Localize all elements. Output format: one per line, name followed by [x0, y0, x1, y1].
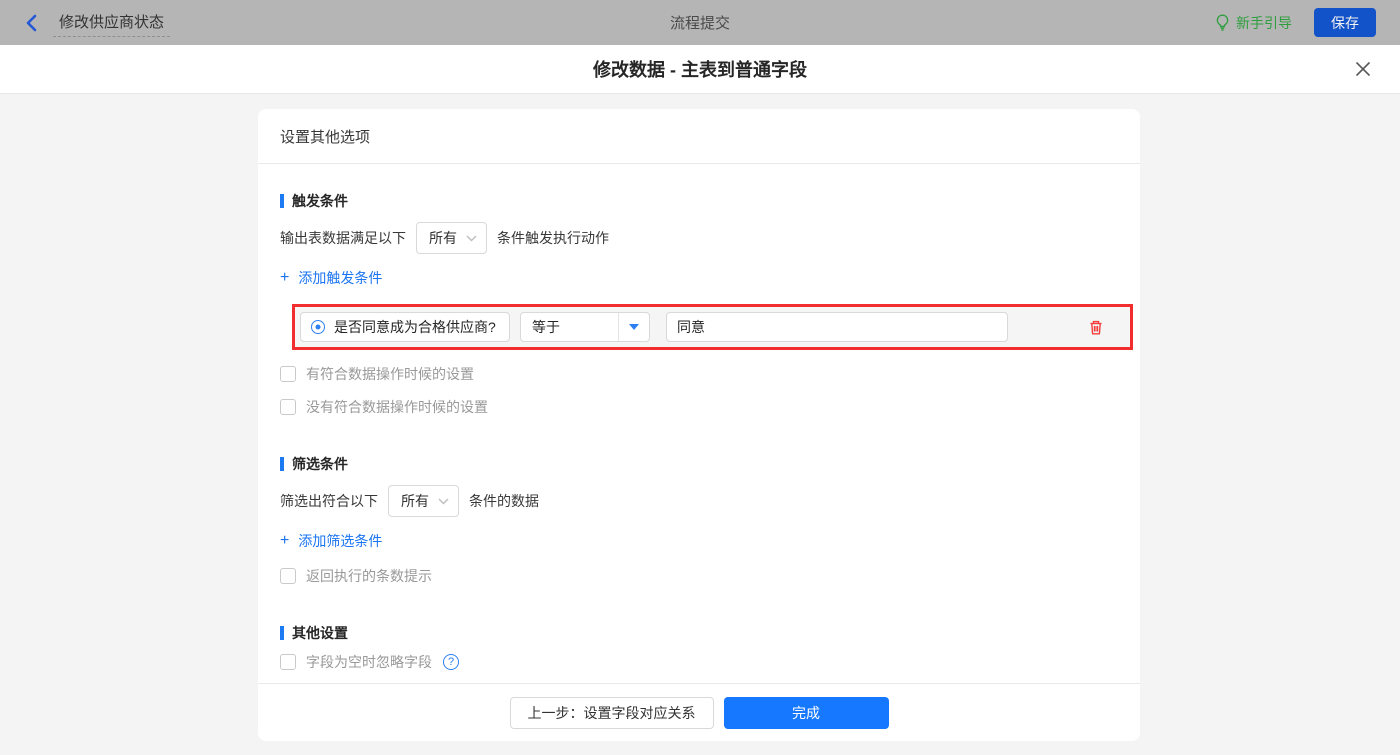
filter-match-mode-select[interactable]: 所有 [388, 485, 459, 517]
condition-field-label: 是否同意成为合格供应商? [334, 319, 496, 335]
beginner-guide-link[interactable]: 新手引导 [1215, 13, 1292, 33]
condition-operator-value: 等于 [532, 319, 560, 335]
add-trigger-condition-label: 添加触发条件 [298, 270, 383, 286]
modal-title: 修改数据 - 主表到普通字段 [593, 60, 807, 80]
checkbox-row-ignore-empty-field[interactable]: 字段为空时忽略字段 ? [280, 652, 459, 672]
trigger-match-mode-value: 所有 [429, 230, 457, 246]
trigger-section-heading: 触发条件 [280, 191, 1118, 211]
other-section-heading: 其他设置 [280, 623, 1118, 643]
beginner-guide-label: 新手引导 [1236, 14, 1292, 31]
trigger-sentence-prefix: 输出表数据满足以下 [280, 230, 406, 246]
condition-operator-select[interactable]: 等于 [520, 312, 650, 342]
save-button[interactable]: 保存 [1314, 8, 1376, 37]
trigger-condition-row-highlighted: 是否同意成为合格供应商? 等于 同意 [292, 304, 1133, 350]
previous-step-button[interactable]: 上一步：设置字段对应关系 [509, 696, 714, 729]
filter-sentence-row: 筛选出符合以下 所有 条件的数据 [280, 485, 1118, 517]
no-match-settings-label: 没有符合数据操作时候的设置 [306, 399, 488, 415]
radio-field-type-icon [311, 320, 325, 334]
triangle-down-icon [629, 324, 639, 330]
condition-field-select[interactable]: 是否同意成为合格供应商? [300, 312, 510, 342]
section-accent-bar [280, 194, 284, 208]
filter-sentence-suffix: 条件的数据 [469, 493, 539, 509]
chevron-down-icon [438, 497, 449, 505]
checkbox-icon[interactable] [280, 654, 296, 670]
add-filter-condition-label: 添加筛选条件 [298, 533, 383, 549]
flow-name-title[interactable]: 修改供应商状态 [53, 9, 171, 37]
condition-value-input[interactable]: 同意 [666, 312, 1008, 342]
help-question-icon[interactable]: ? [443, 654, 459, 670]
checkbox-icon[interactable] [280, 568, 296, 584]
operator-dropdown-zone[interactable] [618, 313, 649, 341]
close-icon[interactable] [1352, 58, 1374, 80]
topbar-center-title: 流程提交 [669, 15, 730, 32]
has-match-settings-label: 有符合数据操作时候的设置 [306, 366, 474, 382]
panel-title: 设置其他选项 [258, 109, 1140, 164]
trash-icon [1090, 320, 1102, 334]
back-icon[interactable] [24, 14, 39, 32]
add-filter-condition-link[interactable]: + 添加筛选条件 [280, 531, 382, 551]
done-button[interactable]: 完成 [723, 696, 889, 729]
checkbox-row-return-count[interactable]: 返回执行的条数提示 [280, 566, 432, 586]
top-navigation-bar: 修改供应商状态 流程提交 新手引导 保存 [0, 0, 1400, 45]
panel-footer: 上一步：设置字段对应关系 完成 [258, 683, 1140, 741]
checkbox-row-no-match-settings[interactable]: 没有符合数据操作时候的设置 [280, 397, 488, 417]
other-heading-label: 其他设置 [292, 625, 348, 641]
ignore-empty-field-label: 字段为空时忽略字段 [306, 654, 432, 670]
settings-panel: 设置其他选项 触发条件 输出表数据满足以下 所有 条件触发执行动作 + 添加触发… [258, 109, 1140, 741]
plus-icon: + [280, 269, 290, 286]
return-count-label: 返回执行的条数提示 [306, 568, 432, 584]
add-trigger-condition-link[interactable]: + 添加触发条件 [280, 268, 382, 288]
trigger-sentence-row: 输出表数据满足以下 所有 条件触发执行动作 [280, 222, 1118, 254]
modal-header: 修改数据 - 主表到普通字段 [0, 45, 1400, 94]
chevron-down-icon [466, 234, 477, 242]
lightbulb-icon [1216, 14, 1229, 31]
checkbox-icon[interactable] [280, 399, 296, 415]
filter-section-heading: 筛选条件 [280, 454, 1118, 474]
checkbox-row-has-match-settings[interactable]: 有符合数据操作时候的设置 [280, 364, 474, 384]
filter-match-mode-value: 所有 [401, 493, 429, 509]
trigger-match-mode-select[interactable]: 所有 [416, 222, 487, 254]
section-accent-bar [280, 457, 284, 471]
trigger-sentence-suffix: 条件触发执行动作 [497, 230, 609, 246]
section-accent-bar [280, 626, 284, 640]
checkbox-icon[interactable] [280, 366, 296, 382]
delete-condition-button[interactable] [1088, 319, 1104, 336]
filter-heading-label: 筛选条件 [292, 456, 348, 472]
filter-sentence-prefix: 筛选出符合以下 [280, 493, 378, 509]
trigger-heading-label: 触发条件 [292, 193, 348, 209]
plus-icon: + [280, 532, 290, 549]
